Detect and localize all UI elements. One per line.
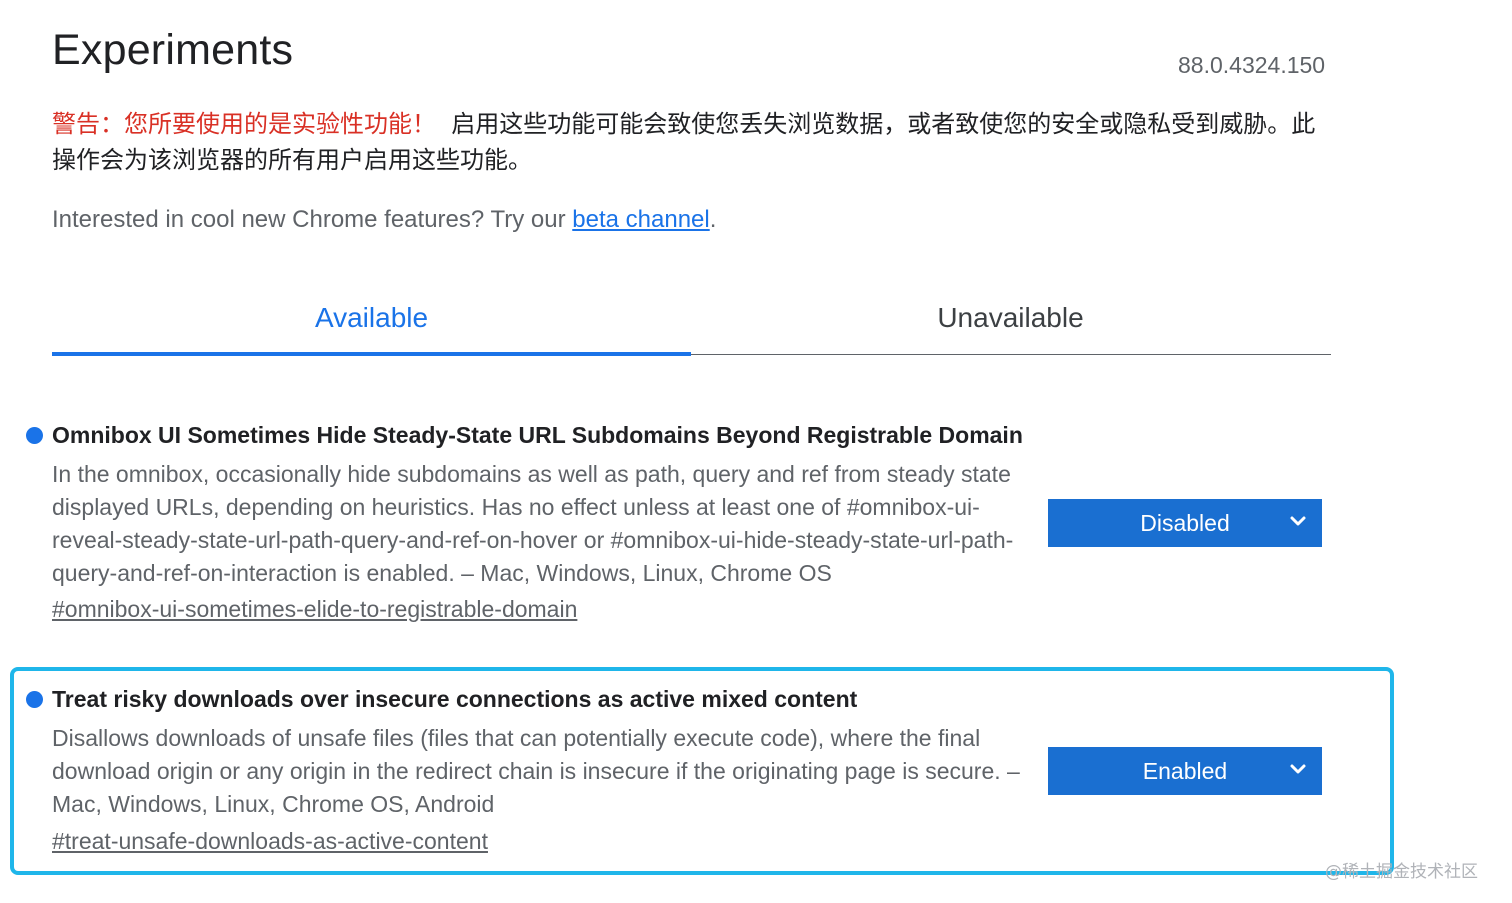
select-value: Disabled bbox=[1140, 509, 1230, 536]
experiment-item: Omnibox UI Sometimes Hide Steady-State U… bbox=[24, 422, 1324, 632]
experiment-item: Treat risky downloads over insecure conn… bbox=[24, 686, 1324, 856]
tab-available[interactable]: Available bbox=[52, 282, 691, 354]
blue-dot-icon bbox=[26, 691, 43, 708]
chevron-down-icon bbox=[1290, 516, 1306, 526]
tab-bar: Available Unavailable bbox=[52, 282, 1331, 356]
version-number: 88.0.4324.150 bbox=[1178, 52, 1326, 78]
experiment-permalink[interactable]: #omnibox-ui-sometimes-elide-to-registrab… bbox=[52, 596, 577, 623]
page-title: Experiments bbox=[52, 26, 294, 74]
experiment-name: Treat risky downloads over insecure conn… bbox=[52, 686, 858, 712]
experiment-name: Omnibox UI Sometimes Hide Steady-State U… bbox=[52, 422, 1023, 448]
warning-message: 警告：您所要使用的是实验性功能！ 启用这些功能可能会致使您丢失浏览数据，或者致使… bbox=[52, 106, 1327, 178]
tab-unavailable[interactable]: Unavailable bbox=[691, 282, 1330, 354]
experiment-description: In the omnibox, occasionally hide subdom… bbox=[52, 461, 1014, 586]
promo-text: Interested in cool new Chrome features? … bbox=[52, 206, 573, 233]
beta-promo: Interested in cool new Chrome features? … bbox=[52, 206, 716, 234]
beta-channel-link[interactable]: beta channel bbox=[572, 206, 709, 233]
experiment-state-select[interactable]: Disabled bbox=[1048, 499, 1322, 547]
experiment-permalink[interactable]: #treat-unsafe-downloads-as-active-conten… bbox=[52, 828, 488, 855]
flags-page: Experiments 88.0.4324.150 警告：您所要使用的是实验性功… bbox=[0, 0, 1512, 903]
watermark: @稀土掘金技术社区 bbox=[1325, 862, 1478, 882]
experiment-state-select[interactable]: Enabled bbox=[1048, 747, 1322, 795]
blue-dot-icon bbox=[26, 427, 43, 444]
experiment-description: Disallows downloads of unsafe files (fil… bbox=[52, 725, 1020, 817]
active-tab-indicator bbox=[52, 352, 691, 356]
warning-prefix: 警告：您所要使用的是实验性功能！ bbox=[52, 110, 436, 138]
chevron-down-icon bbox=[1290, 764, 1306, 774]
select-value: Enabled bbox=[1142, 757, 1228, 784]
promo-suffix: . bbox=[709, 206, 717, 233]
